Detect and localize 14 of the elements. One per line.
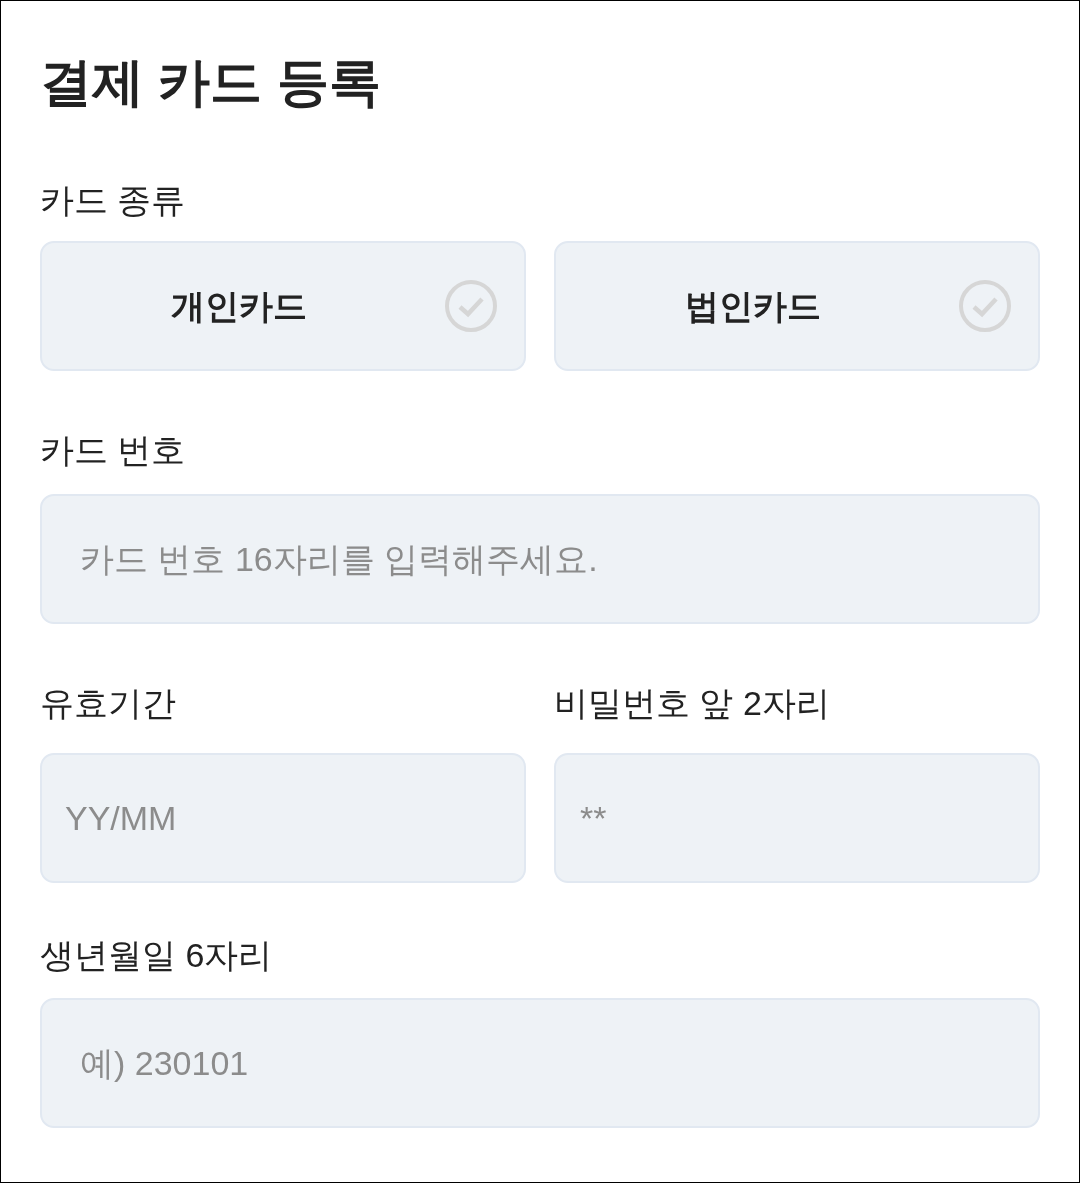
card-type-option[interactable]: 법인카드	[554, 241, 1040, 371]
input-field[interactable]: YY/MM	[40, 753, 526, 883]
field-label: 카드 번호	[40, 430, 187, 470]
field-label: 생년월일 6자리	[40, 935, 274, 975]
card-type-option[interactable]: 개인카드	[40, 241, 526, 371]
input-field[interactable]: 예) 230101	[40, 998, 1040, 1128]
input-field[interactable]: **	[554, 753, 1040, 883]
page-title: 결제 카드 등록	[40, 52, 382, 112]
field-label: 유효기간	[40, 683, 177, 723]
check-circle-icon	[445, 280, 497, 332]
check-circle-icon	[959, 280, 1011, 332]
field-label: 카드 종류	[40, 180, 187, 220]
input-field[interactable]: 카드 번호 16자리를 입력해주세요.	[40, 494, 1040, 624]
field-label: 비밀번호 앞 2자리	[554, 683, 831, 723]
